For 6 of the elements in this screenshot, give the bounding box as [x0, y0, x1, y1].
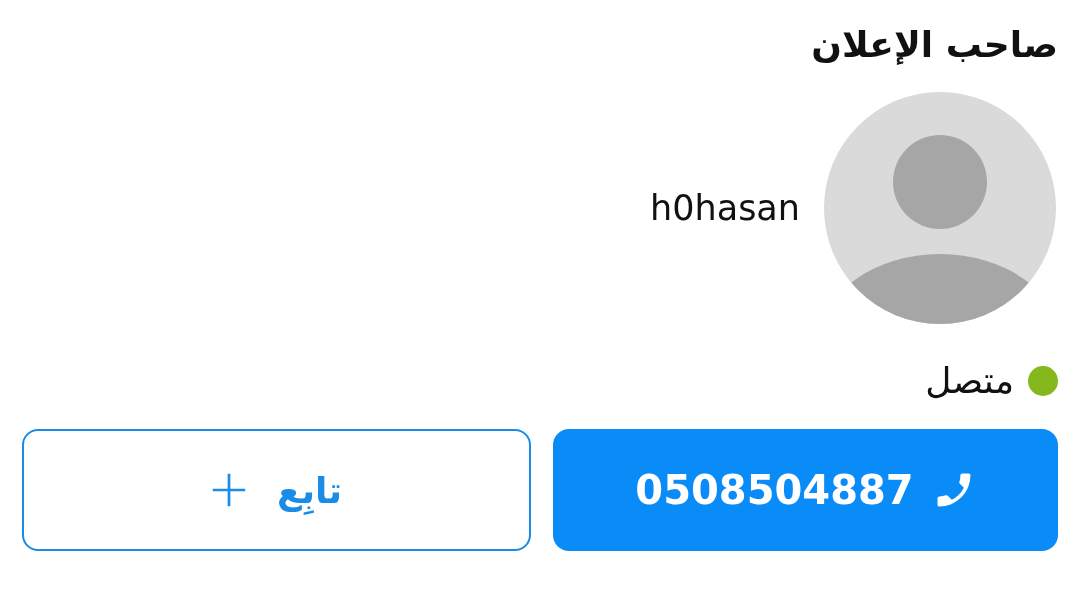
plus-icon	[210, 472, 247, 508]
status-label: متصل	[925, 360, 1014, 401]
section-title: صاحب الإعلان	[811, 23, 1058, 67]
follow-button[interactable]: تابِع	[22, 429, 531, 551]
call-button[interactable]: 0508504887	[553, 429, 1058, 551]
username: h0hasan	[650, 188, 800, 228]
